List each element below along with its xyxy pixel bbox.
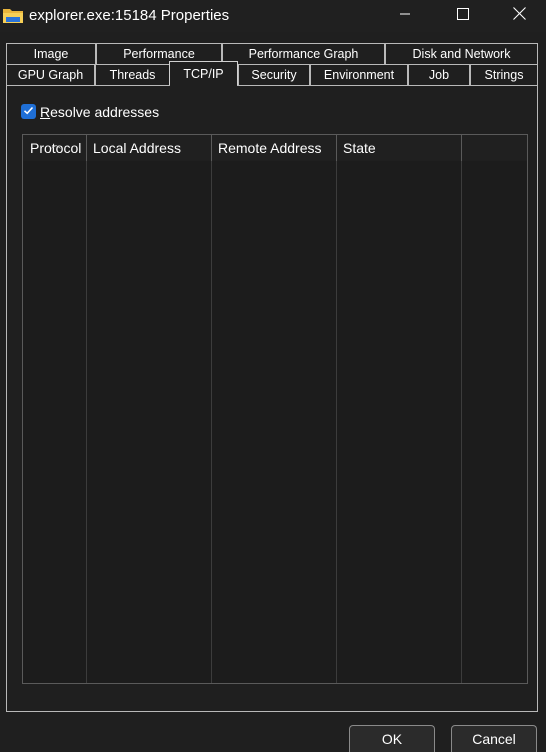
table-body[interactable]	[23, 161, 527, 683]
tab-strings[interactable]: Strings	[470, 64, 538, 85]
minimize-button[interactable]	[376, 0, 434, 32]
column-divider	[211, 135, 212, 683]
tab-gpu-graph[interactable]: GPU Graph	[6, 64, 95, 85]
maximize-icon	[457, 7, 469, 25]
resolve-addresses-checkbox[interactable]	[21, 104, 36, 119]
tab-strip-border	[237, 85, 538, 86]
header-divider[interactable]	[86, 135, 87, 161]
column-header-local-address[interactable]: Local Address	[86, 135, 211, 161]
resolve-addresses-label[interactable]: Resolve addresses	[40, 104, 159, 120]
column-header-state[interactable]: State	[336, 135, 461, 161]
tab-job[interactable]: Job	[408, 64, 470, 85]
column-header-remote-address[interactable]: Remote Address	[211, 135, 336, 161]
header-divider[interactable]	[336, 135, 337, 161]
close-icon	[512, 7, 526, 25]
tab-disk-and-network[interactable]: Disk and Network	[385, 43, 538, 64]
properties-window: explorer.exe:15184 Properties Image Perf…	[0, 0, 546, 752]
column-divider	[336, 135, 337, 683]
column-divider	[86, 135, 87, 683]
column-header-protocol[interactable]: ︿ Protocol	[23, 135, 86, 161]
cancel-button[interactable]: Cancel	[451, 725, 537, 752]
tab-tcp-ip[interactable]: TCP/IP	[169, 61, 238, 85]
ok-button[interactable]: OK	[349, 725, 435, 752]
column-divider	[461, 135, 462, 683]
tab-image[interactable]: Image	[6, 43, 96, 64]
header-divider[interactable]	[461, 135, 462, 161]
checkmark-icon	[23, 103, 34, 121]
folder-icon	[3, 7, 23, 23]
window-title: explorer.exe:15184 Properties	[29, 7, 230, 24]
label-text: esolve addresses	[50, 104, 160, 120]
table-header: ︿ Protocol Local Address Remote Address …	[23, 135, 527, 161]
tab-security[interactable]: Security	[238, 64, 310, 85]
tab-performance-graph[interactable]: Performance Graph	[222, 43, 385, 64]
minimize-icon	[399, 7, 411, 25]
close-button[interactable]	[492, 0, 546, 32]
accelerator-key: R	[40, 104, 51, 120]
connections-table[interactable]: ︿ Protocol Local Address Remote Address …	[22, 134, 528, 684]
maximize-button[interactable]	[434, 0, 492, 32]
title-bar: explorer.exe:15184 Properties	[0, 0, 546, 32]
tab-threads[interactable]: Threads	[95, 64, 170, 85]
tab-strip-border	[6, 85, 170, 86]
header-divider[interactable]	[211, 135, 212, 161]
sort-ascending-icon: ︿	[51, 140, 61, 151]
tab-environment[interactable]: Environment	[310, 64, 408, 85]
